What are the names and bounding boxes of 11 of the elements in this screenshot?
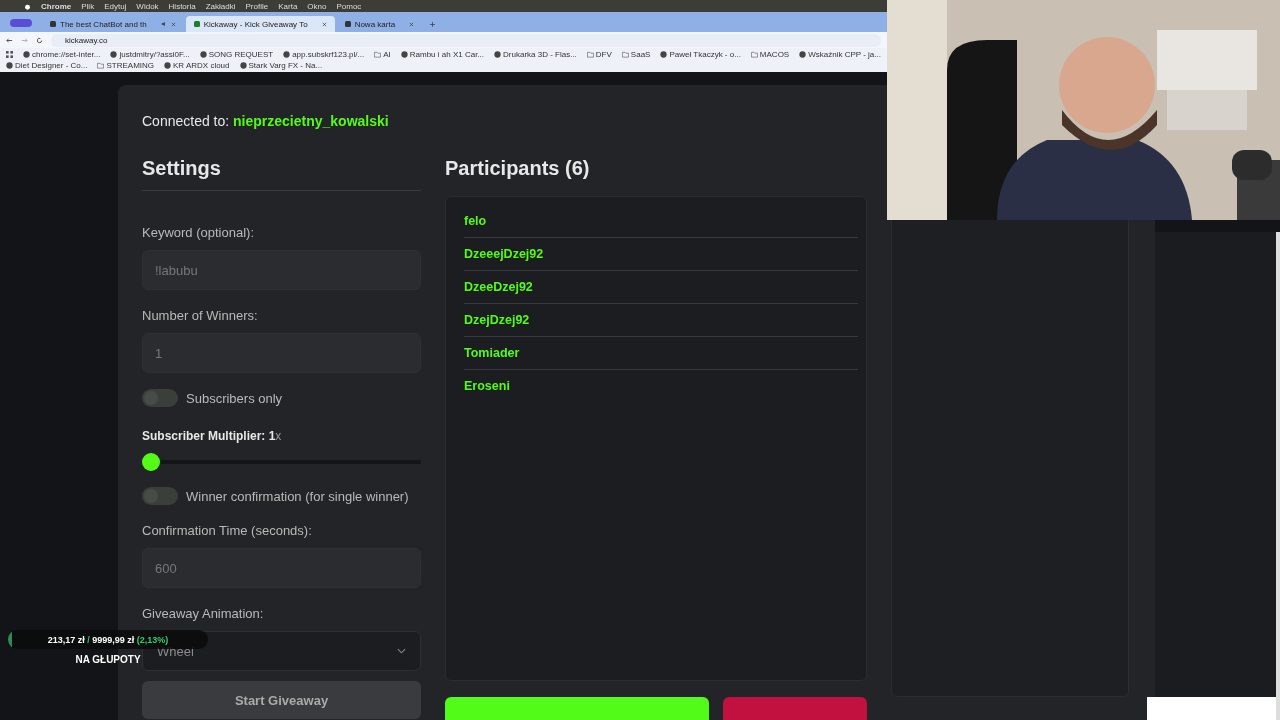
toggle-label: Subscribers only (186, 390, 283, 406)
connection-status: Connected to: nieprzecietny_kowalski (142, 113, 390, 129)
field-label: Confirmation Time (seconds): (142, 523, 313, 538)
participants-heading: Participants (6) (445, 157, 591, 181)
field-label: Keyword (optional): (142, 225, 255, 240)
settings-heading: Settings (142, 157, 421, 191)
multiplier-label: Subscriber Multiplier: 1x (142, 429, 283, 443)
toggle-label: Winner confirmation (for single winner) (186, 488, 409, 504)
field-label: Number of Winners: (142, 308, 259, 323)
goal-title-overlay: NA GŁUPOTY (75, 654, 141, 665)
field-label: Giveaway Animation: (142, 606, 265, 621)
